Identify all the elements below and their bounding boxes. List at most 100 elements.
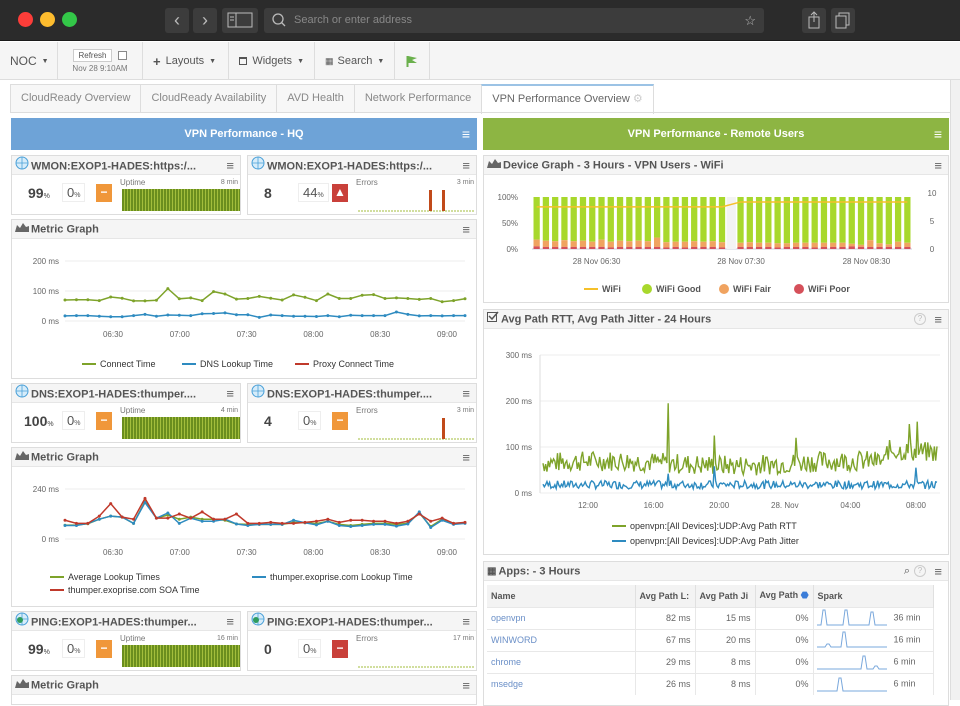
widget-title[interactable]: DNS:EXOP1-HADES:thumper.... (267, 388, 432, 400)
address-bar[interactable]: Search or enter address ☆ (264, 8, 764, 33)
search-dropdown[interactable]: ▦ Search ▼ (315, 42, 395, 80)
tab-vpn-performance-overview[interactable]: VPN Performance Overview ⚙ (481, 84, 654, 114)
help-icon[interactable]: ? (914, 565, 926, 577)
rtt-jitter-chart: 0 ms 100 ms 200 ms 300 ms 12:00 16:00 20:00 28.… (506, 351, 940, 546)
tab-avd-health[interactable]: AVD Health (276, 84, 355, 112)
bar-wifi-fair (663, 242, 670, 248)
minimize-window-button[interactable] (40, 12, 55, 27)
menu-icon[interactable]: ≡ (934, 562, 942, 580)
app-name-link[interactable]: msedge (487, 672, 636, 695)
data-point (246, 297, 250, 300)
bar-wifi-fair (830, 242, 837, 247)
app-name-link[interactable]: openvpn (487, 606, 636, 629)
widget-title[interactable]: PING:EXOP1-HADES:thumper... (267, 616, 433, 628)
uptime-bar (128, 189, 130, 211)
menu-icon[interactable]: ≡ (226, 384, 234, 402)
spark-svg (122, 645, 240, 667)
error-spike (429, 190, 432, 211)
bar-wifi-poor (598, 246, 605, 249)
bar-wifi-good (839, 197, 846, 243)
menu-icon[interactable]: ≡ (462, 220, 470, 238)
data-point (314, 519, 318, 523)
menu-icon[interactable]: ≡ (934, 118, 942, 150)
menu-icon[interactable]: ≡ (226, 612, 234, 630)
data-point (223, 517, 227, 521)
uptime-bar (158, 645, 160, 667)
bar-wifi-poor (533, 246, 540, 249)
page-scrollbar[interactable] (950, 80, 960, 700)
x-tick-label: 07:00 (170, 548, 191, 557)
tab-label: VPN Performance Overview (492, 93, 630, 105)
maximize-window-button[interactable] (62, 12, 77, 27)
widget-title[interactable]: WMON:EXOP1-HADES:https:/... (267, 160, 432, 172)
widgets-label: Widgets (252, 55, 293, 67)
column-header-latency[interactable]: Avg Path L: (635, 585, 696, 607)
uptime-bar (155, 645, 157, 667)
data-point (234, 313, 238, 317)
bar-wifi-poor (830, 246, 837, 249)
app-name-link[interactable]: chrome (487, 650, 636, 673)
data-point (212, 312, 216, 315)
uptime-bar (176, 645, 178, 667)
search-icon[interactable]: ⌕ (904, 562, 910, 580)
column-header-spark[interactable]: Spark (813, 585, 935, 607)
forward-icon[interactable]: › (193, 8, 217, 33)
tab-cloudready-overview[interactable]: CloudReady Overview (10, 84, 142, 112)
widget-title[interactable]: PING:EXOP1-HADES:thumper... (31, 616, 197, 628)
close-window-button[interactable] (18, 12, 33, 27)
bar-wifi-fair (616, 240, 624, 247)
uptime-bar (182, 189, 184, 211)
column-header-name[interactable]: Name (487, 585, 636, 607)
data-point (132, 299, 136, 303)
tab-cloudready-availability[interactable]: CloudReady Availability (140, 84, 278, 112)
data-point (417, 314, 421, 318)
menu-icon[interactable]: ≡ (462, 676, 470, 694)
column-header-jitter[interactable]: Avg Path Ji (695, 585, 756, 607)
menu-icon[interactable]: ≡ (462, 118, 470, 150)
share-icon[interactable] (802, 8, 826, 33)
widget-title[interactable]: DNS:EXOP1-HADES:thumper.... (31, 388, 196, 400)
back-icon[interactable]: ‹ (165, 8, 189, 33)
menu-icon[interactable]: ≡ (462, 384, 470, 402)
menu-icon[interactable]: ≡ (462, 612, 470, 630)
x-tick-label: 04:00 (840, 501, 861, 510)
auto-refresh-checkbox[interactable] (117, 51, 127, 60)
uptime-bar (164, 645, 166, 667)
star-icon[interactable]: ☆ (744, 8, 756, 33)
data-point (349, 313, 353, 317)
sidebar-icon[interactable] (222, 8, 258, 33)
widgets-dropdown[interactable]: Widgets ▼ (229, 42, 315, 80)
widget-title[interactable]: WMON:EXOP1-HADES:https:/... (31, 160, 196, 172)
data-point (372, 522, 376, 526)
plus-icon: + (153, 53, 161, 69)
layouts-dropdown[interactable]: + Layouts ▼ (143, 42, 229, 80)
column-header-loss[interactable]: Avg Path ⬣ (755, 585, 814, 607)
menu-icon[interactable]: ≡ (934, 310, 942, 328)
data-point (372, 314, 376, 318)
table-row[interactable]: openvpn 82 ms 15 ms 0% 36 min (487, 606, 935, 629)
table-row[interactable]: chrome 29 ms 8 ms 0% 6 min (487, 650, 935, 673)
app-name-link[interactable]: WINWORD (487, 628, 636, 651)
menu-icon[interactable]: ≡ (462, 448, 470, 466)
uptime-bar (152, 189, 154, 211)
bar-wifi-poor (709, 246, 716, 249)
bar-wifi-fair (867, 240, 874, 247)
data-point (314, 299, 318, 303)
data-point (360, 518, 364, 522)
help-icon[interactable]: ? (914, 313, 926, 325)
bar-wifi-poor (755, 246, 763, 249)
menu-icon[interactable]: ≡ (462, 156, 470, 174)
gear-icon[interactable]: ⚙ (633, 93, 643, 105)
data-point (177, 512, 181, 516)
menu-icon[interactable]: ≡ (226, 156, 234, 174)
refresh-button[interactable]: Refresh (73, 49, 112, 62)
flag-button[interactable] (395, 42, 430, 80)
window-icon (239, 57, 248, 65)
table-row[interactable]: WINWORD 67 ms 20 ms 0% 16 min (487, 628, 935, 651)
table-row[interactable]: msedge 26 ms 8 ms 0% 6 min (487, 672, 935, 695)
noc-dropdown[interactable]: NOC ▼ (0, 42, 58, 80)
tab-network-performance[interactable]: Network Performance (353, 84, 483, 112)
menu-icon[interactable]: ≡ (934, 156, 942, 174)
tabs-icon[interactable] (831, 8, 855, 33)
arrow-up-icon: ▲ (332, 184, 348, 202)
